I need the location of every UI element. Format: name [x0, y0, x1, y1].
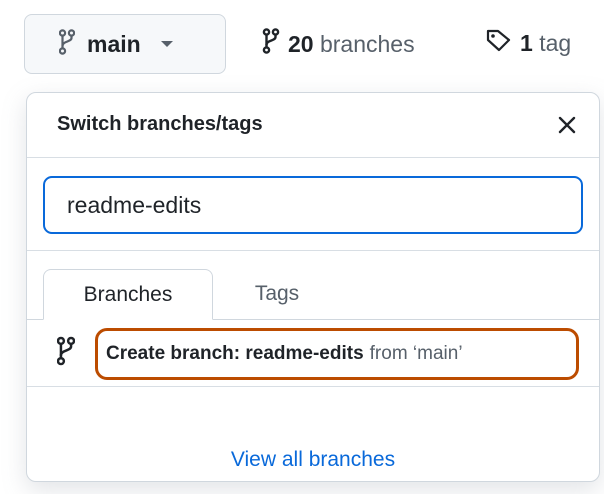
panel-header: Switch branches/tags: [27, 93, 599, 158]
git-branch-icon: [262, 28, 280, 60]
panel-title: Switch branches/tags: [57, 113, 263, 135]
tags-count: 1: [520, 29, 533, 56]
close-icon[interactable]: [553, 111, 581, 139]
create-branch-source: from ‘main’: [369, 343, 463, 364]
tags-count-link[interactable]: 1 tag: [486, 28, 571, 58]
branch-select-label: main: [87, 30, 141, 57]
view-all-branches-link[interactable]: View all branches: [231, 448, 395, 472]
caret-down-icon: [160, 41, 173, 47]
branch-filter-input[interactable]: [43, 176, 583, 234]
branches-count-link[interactable]: 20 branches: [262, 28, 415, 60]
create-branch-label: Create branch: readme-edits: [106, 343, 364, 364]
tab-branches[interactable]: Branches: [43, 269, 213, 320]
branches-count: 20: [288, 30, 314, 57]
create-branch-row: Create branch: readme-edits from ‘main’: [27, 320, 599, 387]
empty-list-area: [27, 387, 599, 435]
tab-tags[interactable]: Tags: [227, 269, 327, 319]
panel-footer: View all branches: [27, 435, 599, 485]
branch-select-button[interactable]: main: [24, 14, 226, 74]
tags-label: tag: [539, 29, 572, 56]
repo-topbar: main 20 branches 1 tag: [0, 0, 604, 90]
git-branch-icon: [56, 336, 76, 371]
git-branch-icon: [58, 28, 76, 60]
tab-bar: Branches Tags: [27, 251, 599, 320]
tag-icon: [486, 28, 512, 58]
branches-label: branches: [319, 30, 415, 57]
branch-switcher-panel: Switch branches/tags Branches Tags Creat…: [26, 92, 600, 482]
create-branch-button[interactable]: Create branch: readme-edits from ‘main’: [95, 328, 579, 380]
filter-section: [27, 158, 599, 251]
